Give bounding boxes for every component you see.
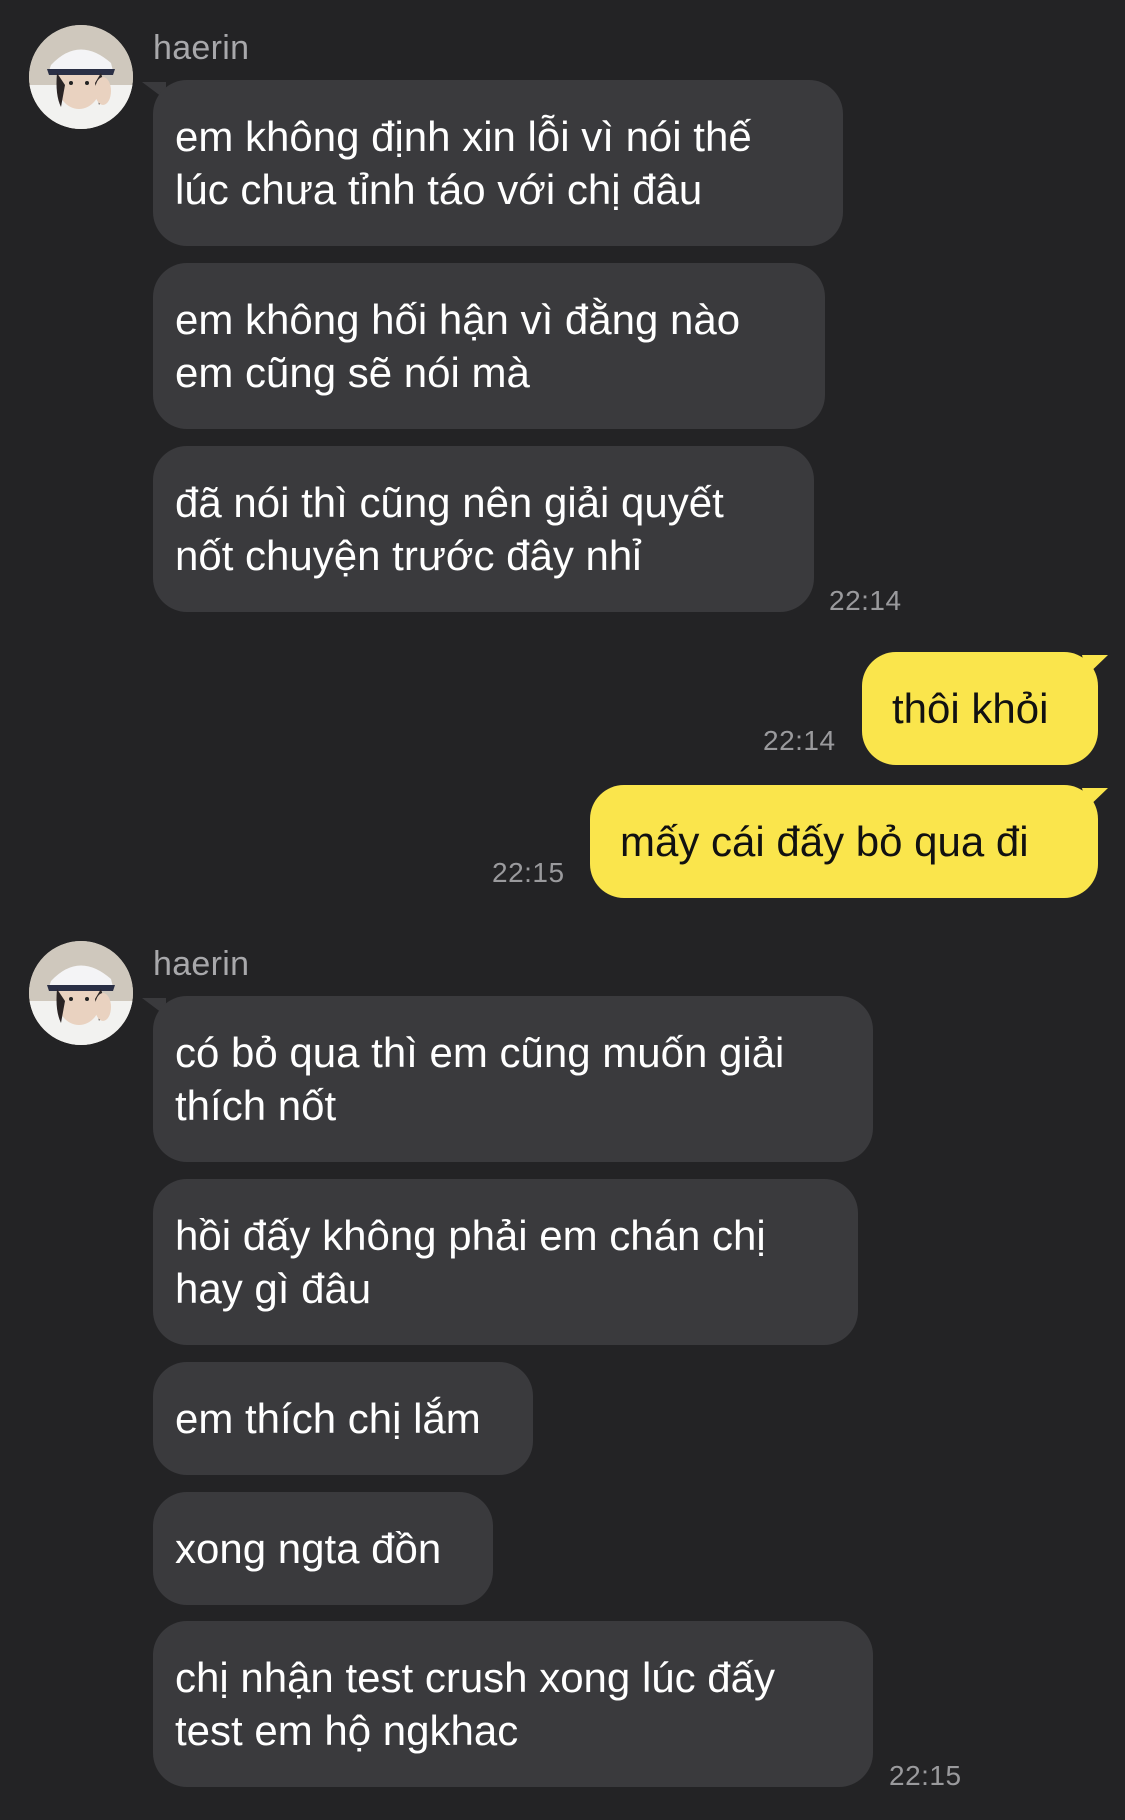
avatar-photo-icon [29,25,133,129]
avatar-photo-icon [29,941,133,1045]
message-timestamp: 22:14 [829,585,902,616]
message-bubble-incoming[interactable]: chị nhận test crush xong lúc đấy test em… [153,1621,873,1787]
message-bubble-incoming[interactable]: em không hối hận vì đằng nào em cũng sẽ … [153,263,825,429]
message-bubble-incoming[interactable]: em không định xin lỗi vì nói thế lúc chư… [153,80,843,246]
sender-name: haerin [153,945,250,983]
message-bubble-incoming[interactable]: có bỏ qua thì em cũng muốn giải thích nố… [153,996,873,1162]
sender-name: haerin [153,29,250,67]
message-timestamp: 22:15 [492,857,565,888]
message-bubble-incoming[interactable]: hồi đấy không phải em chán chị hay gì đâ… [153,1179,858,1345]
message-bubble-outgoing[interactable]: thôi khỏi [862,652,1098,765]
message-timestamp: 22:14 [763,725,836,756]
sender-avatar[interactable] [29,25,133,129]
message-bubble-incoming[interactable]: đã nói thì cũng nên giải quyết nốt chuyệ… [153,446,814,612]
message-bubble-incoming[interactable]: xong ngta đồn [153,1492,493,1605]
message-bubble-outgoing[interactable]: mấy cái đấy bỏ qua đi [590,785,1098,898]
sender-avatar[interactable] [29,941,133,1045]
message-bubble-incoming[interactable]: em thích chị lắm [153,1362,533,1475]
message-timestamp: 22:15 [889,1760,962,1791]
